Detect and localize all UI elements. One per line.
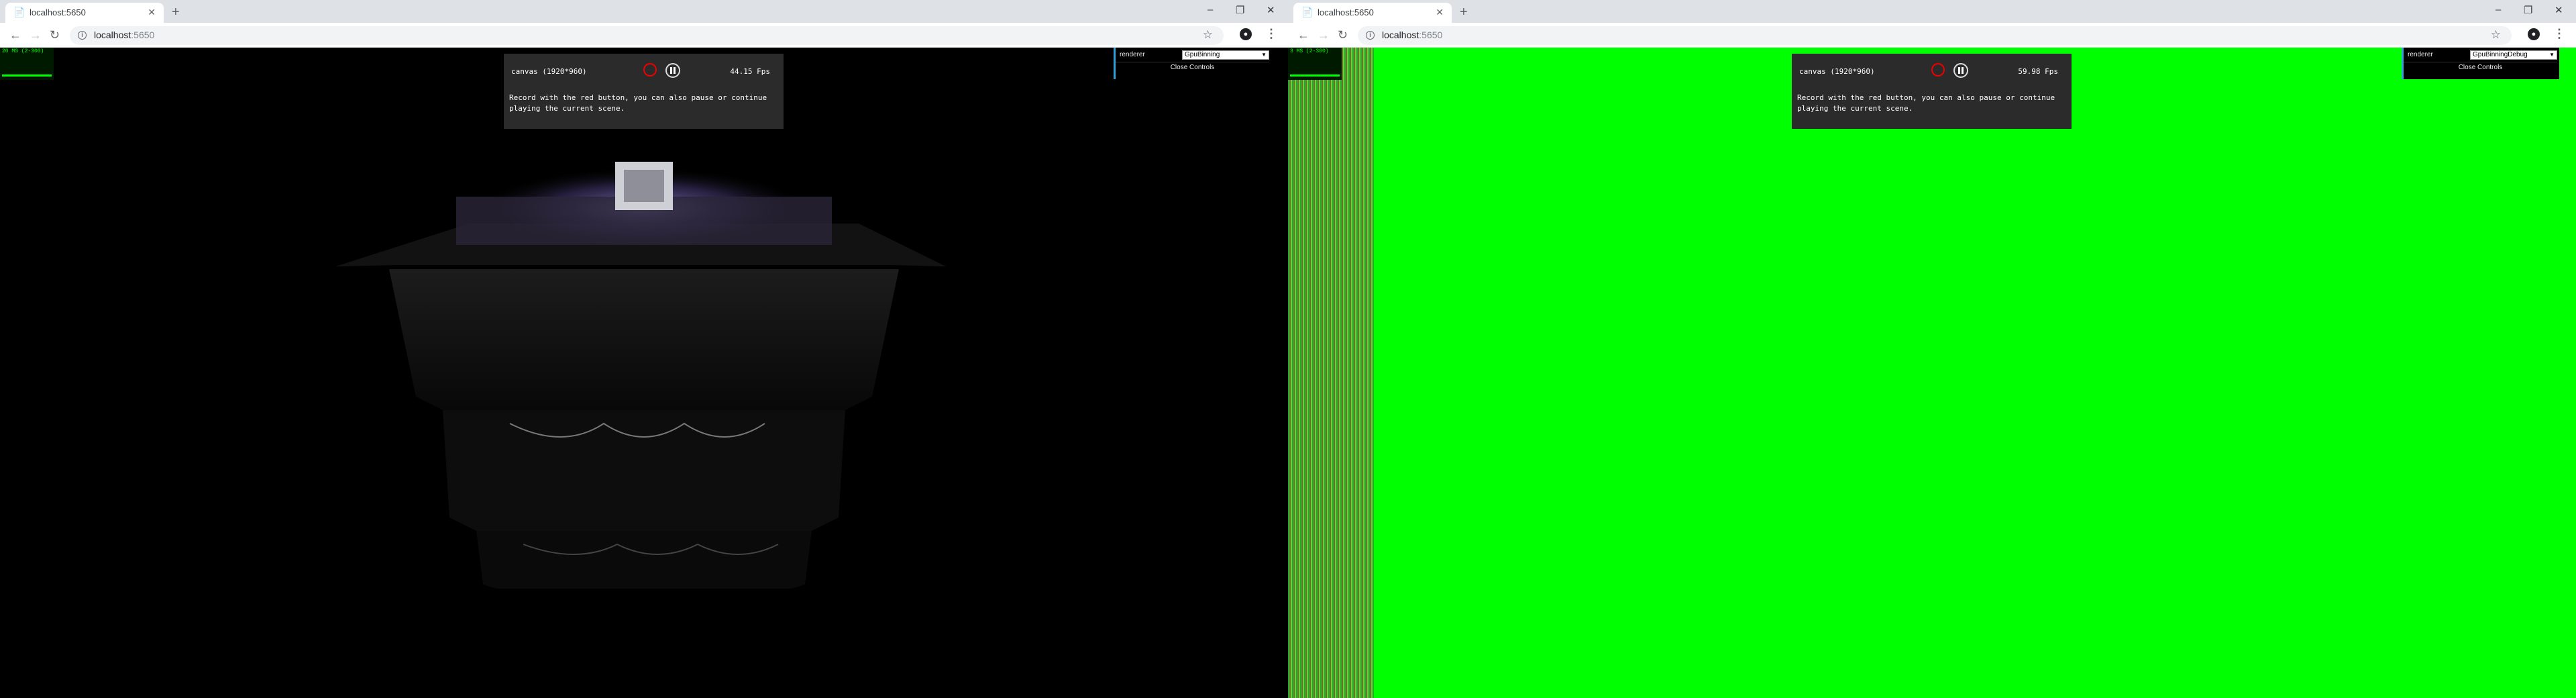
recorder-panel: canvas (1920*960) 44.15 Fps Record with … (504, 54, 784, 129)
pause-button[interactable] (1953, 63, 1968, 78)
pause-icon (670, 67, 672, 74)
stats-monitor[interactable]: 20 MS (2-300) (0, 48, 54, 80)
back-arrow-icon[interactable]: ← (1297, 28, 1309, 42)
record-button[interactable] (643, 63, 657, 77)
browser-tab[interactable]: 📄 localhost:5650 ✕ (5, 3, 164, 23)
pause-icon (1962, 67, 1964, 74)
browser-tab[interactable]: 📄 localhost:5650 ✕ (1293, 3, 1452, 23)
url-text: localhost:5650 (94, 30, 154, 40)
browser-toolbar: ← → ↻ i localhost:5650 ☆ ● ⋮ (1288, 23, 2576, 48)
star-icon[interactable]: ☆ (2491, 28, 2501, 42)
debug-strip (1288, 48, 1374, 698)
renderer-row: renderer GpuBinning ▼ (1116, 49, 1269, 62)
minimize-icon[interactable]: – (2496, 4, 2501, 15)
close-controls-button[interactable]: Close Controls (1116, 64, 1269, 71)
plus-icon[interactable]: + (172, 5, 180, 19)
pause-button[interactable] (665, 63, 680, 78)
fps-readout: 59.98 Fps (2018, 67, 2058, 76)
address-bar[interactable]: i localhost:5650 ☆ (70, 26, 1224, 45)
stats-graph (1290, 74, 1340, 77)
star-icon[interactable]: ☆ (1203, 28, 1213, 42)
profile-icon[interactable]: ● (1240, 28, 1252, 40)
tab-strip: 📄 localhost:5650 ✕ + – ❐ ✕ (0, 0, 1288, 23)
recorder-panel: canvas (1920*960) 59.98 Fps Record with … (1792, 54, 2072, 129)
menu-icon[interactable]: ⋮ (1265, 27, 1277, 41)
renderer-row: renderer GpuBinningDebug ▼ (2404, 49, 2557, 62)
info-icon[interactable]: i (78, 31, 87, 40)
url-text: localhost:5650 (1382, 30, 1442, 40)
forward-arrow-icon[interactable]: → (1318, 28, 1330, 42)
renderer-select[interactable]: GpuBinningDebug ▼ (2470, 50, 2557, 60)
renderer-value: GpuBinningDebug (2473, 51, 2528, 58)
close-window-icon[interactable]: ✕ (2555, 4, 2563, 16)
forward-arrow-icon[interactable]: → (30, 28, 42, 42)
renderer-select[interactable]: GpuBinning ▼ (1182, 50, 1269, 60)
scene-hall (389, 269, 899, 410)
reload-icon[interactable]: ↻ (1338, 28, 1348, 42)
plus-icon[interactable]: + (1460, 5, 1468, 19)
restore-icon[interactable]: ❐ (1236, 4, 1244, 16)
info-icon[interactable]: i (1366, 31, 1375, 40)
renderer-label: renderer (2408, 51, 2433, 58)
renderer-value: GpuBinning (1185, 51, 1220, 58)
fps-readout: 44.15 Fps (730, 67, 770, 76)
chevron-down-icon: ▼ (2549, 52, 2555, 58)
page-icon: 📄 (13, 7, 25, 17)
minimize-icon[interactable]: – (1208, 4, 1213, 15)
reload-icon[interactable]: ↻ (50, 28, 60, 42)
pause-icon (674, 67, 676, 74)
scene-lower-hall (443, 410, 845, 531)
close-controls-button[interactable]: Close Controls (2404, 64, 2557, 71)
record-button[interactable] (1931, 63, 1945, 77)
url-port: :5650 (131, 30, 155, 40)
close-icon[interactable]: ✕ (148, 7, 156, 18)
close-icon[interactable]: ✕ (1436, 7, 1444, 18)
chevron-down-icon: ▼ (1261, 52, 1267, 58)
page-icon: 📄 (1301, 7, 1313, 17)
browser-toolbar: ← → ↻ i localhost:5650 ☆ ● ⋮ (0, 23, 1288, 48)
scene-render (335, 162, 946, 589)
tab-title: localhost:5650 (30, 7, 86, 17)
profile-icon[interactable]: ● (2528, 28, 2540, 40)
back-arrow-icon[interactable]: ← (9, 28, 21, 42)
record-hint: Record with the red button, you can also… (1797, 93, 2055, 113)
renderer-label: renderer (1120, 51, 1145, 58)
render-viewport[interactable]: 3 MS (2-300) canvas (1920*960) 59.98 Fps… (1288, 48, 2576, 698)
stats-graph (2, 74, 52, 77)
canvas-size-label: canvas (1920*960) (1799, 67, 1875, 76)
record-hint: Record with the red button, you can also… (509, 93, 767, 113)
url-port: :5650 (1419, 30, 1443, 40)
render-viewport[interactable]: 20 MS (2-300) canvas (1920*960) 44.15 Fp… (0, 48, 1288, 698)
pause-icon (1958, 67, 1960, 74)
canvas-size-label: canvas (1920*960) (511, 67, 587, 76)
tab-strip: 📄 localhost:5650 ✕ + – ❐ ✕ (1288, 0, 2576, 23)
url-host: localhost (94, 30, 131, 40)
stats-monitor[interactable]: 3 MS (2-300) (1288, 48, 1342, 80)
controls-panel: renderer GpuBinning ▼ Close Controls (1114, 48, 1271, 79)
stats-text: 20 MS (2-300) (2, 48, 44, 54)
address-bar[interactable]: i localhost:5650 ☆ (1358, 26, 2512, 45)
scene-statue-detail (624, 170, 664, 202)
menu-icon[interactable]: ⋮ (2553, 27, 2565, 41)
tab-title: localhost:5650 (1318, 7, 1374, 17)
browser-window-left: 📄 localhost:5650 ✕ + – ❐ ✕ ← → ↻ i local… (0, 0, 1288, 698)
restore-icon[interactable]: ❐ (2524, 4, 2532, 16)
url-host: localhost (1382, 30, 1419, 40)
scene-floor (476, 531, 812, 589)
browser-window-right: 📄 localhost:5650 ✕ + – ❐ ✕ ← → ↻ i local… (1288, 0, 2576, 698)
controls-panel: renderer GpuBinningDebug ▼ Close Controls (2402, 48, 2559, 79)
close-window-icon[interactable]: ✕ (1267, 4, 1275, 16)
stats-text: 3 MS (2-300) (1290, 48, 1329, 54)
